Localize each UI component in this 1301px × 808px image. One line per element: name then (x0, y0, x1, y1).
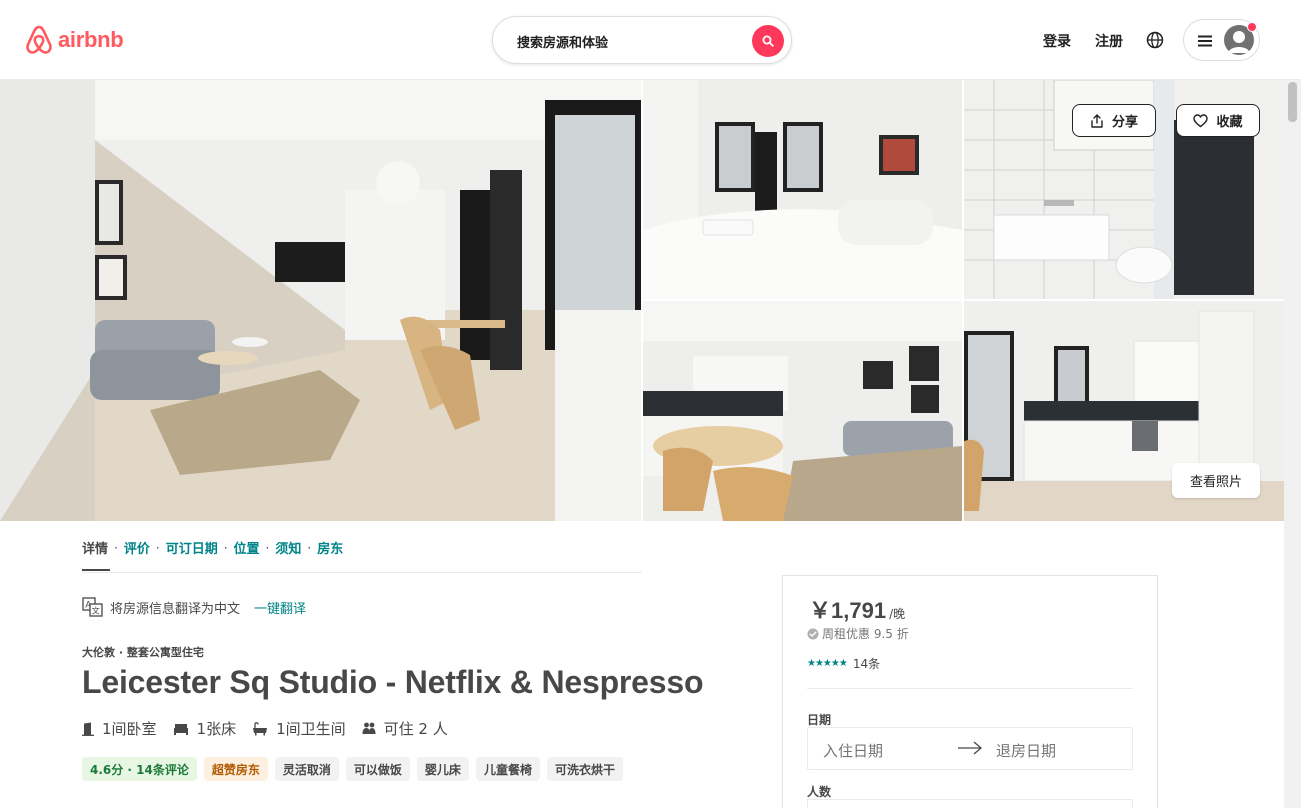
fact-beds-text: 1张床 (196, 720, 237, 738)
tab-rules[interactable]: 须知 (275, 538, 301, 557)
search-icon (762, 35, 774, 47)
checkin-input[interactable]: 入住日期 (823, 740, 883, 761)
tab-availability[interactable]: 可订日期 (166, 538, 218, 557)
chip-kitchen: 可以做饭 (345, 757, 410, 781)
tab-separator: · (223, 540, 228, 555)
bed-icon (173, 723, 188, 735)
translate-link[interactable]: 一键翻译 (254, 598, 306, 617)
chip-rating[interactable]: 4.6分 · 14条评论 (82, 757, 197, 781)
share-icon (1091, 113, 1103, 128)
save-button[interactable]: 收藏 (1176, 104, 1260, 137)
chip-crib: 婴儿床 (416, 757, 469, 781)
notification-dot (1247, 22, 1257, 32)
guests-selector[interactable] (807, 799, 1133, 808)
dates-label: 日期 (807, 713, 832, 727)
booking-card: ￥1,791 /晚 周租优惠 9.5 折 ★★★★★ 14条 日期 入住日期 退… (782, 575, 1158, 808)
active-tab-indicator (82, 569, 110, 571)
scrollbar-thumb[interactable] (1288, 82, 1297, 122)
section-tabs: 详情 · 评价 · 可订日期 · 位置 · 须知 · 房东 (82, 538, 343, 558)
login-link[interactable]: 登录 (1043, 31, 1071, 51)
chip-high-chair: 儿童餐椅 (475, 757, 540, 781)
translate-row: A 文 将房源信息翻译为中文 一键翻译 (82, 597, 306, 617)
check-circle-icon (807, 628, 819, 639)
chip-superhost: 超赞房东 (203, 757, 268, 781)
listing-highlights: 4.6分 · 14条评论 超赞房东 灵活取消 可以做饭 婴儿床 儿童餐椅 可洗衣… (82, 757, 623, 781)
tab-reviews[interactable]: 评价 (124, 538, 150, 557)
user-menu-button[interactable] (1183, 19, 1260, 61)
fact-guests: 可住 2 人 (362, 718, 448, 739)
page-scrollbar[interactable] (1284, 80, 1301, 808)
save-label: 收藏 (1216, 115, 1243, 130)
menu-icon (1198, 35, 1212, 47)
weekly-discount-text: 周租优惠 9.5 折 (822, 627, 909, 641)
tab-details[interactable]: 详情 (82, 538, 108, 557)
photo-bedroom[interactable] (643, 80, 962, 299)
fact-beds: 1张床 (173, 718, 237, 739)
translate-text: 将房源信息翻译为中文 (110, 601, 241, 617)
share-label: 分享 (1111, 115, 1138, 130)
guests-icon (362, 722, 376, 734)
airbnb-logo-icon (26, 25, 52, 54)
view-photos-button[interactable]: 查看照片 (1172, 463, 1260, 498)
tab-separator: · (265, 540, 270, 555)
fact-bedrooms: 1间卧室 (82, 718, 157, 739)
chip-washer-dryer: 可洗衣烘干 (546, 757, 623, 781)
tab-location[interactable]: 位置 (234, 538, 260, 557)
price-amount: ￥1,791 (809, 598, 887, 623)
translate-icon: A 文 (82, 597, 103, 617)
price: ￥1,791 /晚 (809, 593, 905, 625)
svg-text:文: 文 (92, 606, 100, 616)
rating-summary[interactable]: ★★★★★ 14条 (807, 655, 880, 672)
photo-main-living-room[interactable] (0, 80, 641, 521)
listing-subtitle: 大伦敦 · 整套公寓型住宅 (82, 646, 204, 659)
search-button[interactable] (752, 25, 784, 57)
tabs-divider (82, 572, 642, 573)
door-icon (82, 722, 94, 736)
star-rating-icon: ★★★★★ (807, 658, 848, 669)
date-picker[interactable]: 入住日期 退房日期 (807, 727, 1133, 770)
fact-guests-text: 可住 2 人 (383, 720, 448, 738)
guests-label: 人数 (807, 785, 832, 799)
search-bar[interactable]: 搜索房源和体验 (492, 16, 792, 64)
logo-text: airbnb (58, 27, 124, 52)
globe-icon[interactable] (1146, 31, 1164, 49)
review-count: 14条 (852, 657, 881, 671)
chip-flexible-cancel: 灵活取消 (274, 757, 339, 781)
checkout-input[interactable]: 退房日期 (996, 740, 1056, 761)
heart-icon (1193, 113, 1209, 127)
airbnb-logo[interactable]: airbnb (24, 24, 124, 56)
fact-baths-text: 1间卫生间 (276, 720, 346, 738)
signup-link[interactable]: 注册 (1095, 31, 1123, 51)
listing-title: Leicester Sq Studio - Netflix & Nespress… (82, 664, 704, 700)
photo-living-kitchen[interactable] (643, 301, 962, 521)
tab-separator: · (155, 540, 160, 555)
top-header: airbnb 搜索房源和体验 登录 注册 (0, 0, 1301, 80)
fact-baths: 1间卫生间 (252, 718, 346, 739)
tab-host[interactable]: 房东 (317, 538, 343, 557)
tab-separator: · (114, 540, 118, 555)
fact-bedrooms-text: 1间卧室 (102, 720, 157, 738)
card-divider (807, 688, 1133, 689)
search-input[interactable]: 搜索房源和体验 (517, 32, 608, 51)
weekly-discount: 周租优惠 9.5 折 (807, 625, 909, 642)
share-button[interactable]: 分享 (1072, 104, 1156, 137)
arrow-right-icon (958, 741, 982, 755)
bath-icon (253, 721, 268, 735)
price-unit: /晚 (889, 607, 906, 621)
tab-separator: · (307, 540, 312, 555)
listing-facts: 1间卧室 1张床 1间卫生间 可住 2 人 (82, 718, 464, 739)
